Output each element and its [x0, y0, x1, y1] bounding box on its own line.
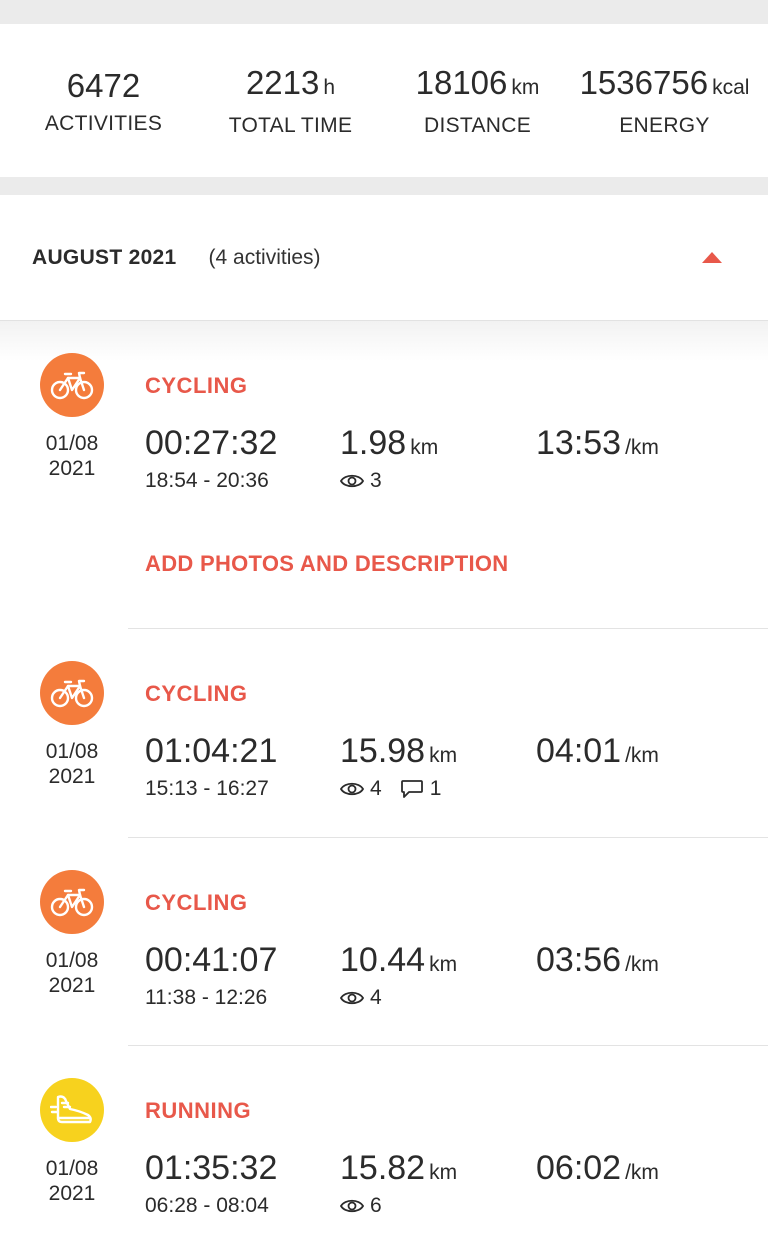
stat-activities-value: 6472 [66, 66, 141, 104]
activity-pace: 03:56/km [536, 941, 659, 979]
stat-energy-value: 1536756 [579, 64, 709, 101]
add-photos-description-link[interactable]: ADD PHOTOS AND DESCRIPTION [145, 551, 509, 577]
activity-distance: 10.44 km [340, 941, 458, 979]
stat-distance-label: DISTANCE [423, 114, 532, 137]
activity-social: 4 1 [340, 777, 459, 801]
activity-social: 3 [340, 469, 400, 493]
activity-item[interactable]: 01/08 2021 RUNNING 01:35:32 06:28 - 08:0… [0, 1046, 768, 1253]
activity-pace: 04:01/km [536, 732, 659, 770]
activity-date: 01/08 2021 [45, 432, 99, 480]
stat-total-time-unit: h [323, 76, 336, 99]
stat-total-time-label: TOTAL TIME [228, 114, 353, 137]
comment-icon [400, 780, 423, 798]
eye-icon [340, 474, 364, 488]
month-header[interactable]: AUGUST 2021 (4 activities) [0, 195, 768, 321]
views-count: 6 [340, 1194, 382, 1218]
activity-type: CYCLING [145, 681, 248, 706]
activity-type: CYCLING [145, 373, 248, 398]
month-activity-count: (4 activities) [208, 245, 321, 269]
activity-duration: 00:27:32 [145, 424, 278, 462]
activity-distance: 1.98 km [340, 424, 439, 462]
month-title: AUGUST 2021 [32, 245, 177, 269]
stat-distance: 18106 km DISTANCE [384, 63, 571, 138]
activity-date: 01/08 2021 [45, 1157, 99, 1205]
views-count: 4 [340, 986, 382, 1010]
views-count: 4 [340, 777, 382, 801]
activity-social: 6 [340, 1194, 400, 1218]
stat-total-time-value: 2213 [245, 64, 320, 101]
activity-social: 4 [340, 986, 400, 1010]
activity-date: 01/08 2021 [45, 949, 99, 997]
eye-icon [340, 991, 364, 1005]
eye-icon [340, 782, 364, 796]
activity-time-range: 11:38 - 12:26 [145, 986, 268, 1009]
activity-time-range: 15:13 - 16:27 [145, 777, 269, 800]
collapse-caret-icon[interactable] [702, 252, 722, 263]
activity-distance: 15.82 km [340, 1149, 458, 1187]
activity-duration: 01:35:32 [145, 1149, 278, 1187]
activity-type: RUNNING [145, 1098, 252, 1123]
activity-item[interactable]: 01/08 2021 CYCLING 00:41:07 11:38 - 12:2… [0, 838, 768, 1046]
activity-time-range: 18:54 - 20:36 [145, 469, 269, 492]
stat-energy: 1536756 kcal ENERGY [571, 63, 758, 138]
bicycle-icon [40, 661, 104, 725]
activity-list: 01/08 2021 CYCLING 00:27:32 18:54 - 20:3… [0, 321, 768, 1253]
stat-activities: 6472 ACTIVITIES [10, 66, 197, 136]
stat-activities-label: ACTIVITIES [44, 111, 163, 135]
activity-date: 01/08 2021 [45, 740, 99, 788]
activity-duration: 01:04:21 [145, 732, 278, 770]
stat-distance-value: 18106 [415, 64, 508, 101]
bicycle-icon [40, 870, 104, 934]
activity-pace: 13:53/km [536, 424, 659, 462]
running-shoe-icon [40, 1078, 104, 1142]
activity-type: CYCLING [145, 890, 248, 915]
section-gap [0, 177, 768, 195]
eye-icon [340, 1199, 364, 1213]
activity-item[interactable]: 01/08 2021 CYCLING 00:27:32 18:54 - 20:3… [0, 321, 768, 629]
stat-distance-unit: km [511, 76, 540, 99]
stat-energy-unit: kcal [712, 76, 750, 99]
activity-pace: 06:02/km [536, 1149, 659, 1187]
stat-total-time: 2213 h TOTAL TIME [197, 63, 384, 138]
bicycle-icon [40, 353, 104, 417]
activity-duration: 00:41:07 [145, 941, 278, 979]
stat-energy-label: ENERGY [619, 114, 710, 137]
summary-stats: 6472 ACTIVITIES 2213 h TOTAL TIME 18106 km… [0, 24, 768, 177]
activity-distance: 15.98 km [340, 732, 458, 770]
top-gray-bar [0, 0, 768, 24]
comments-count: 1 [400, 777, 441, 801]
activity-time-range: 06:28 - 08:04 [145, 1194, 269, 1217]
activity-item[interactable]: 01/08 2021 CYCLING 01:04:21 15:13 - 16:2… [0, 629, 768, 838]
views-count: 3 [340, 469, 382, 493]
